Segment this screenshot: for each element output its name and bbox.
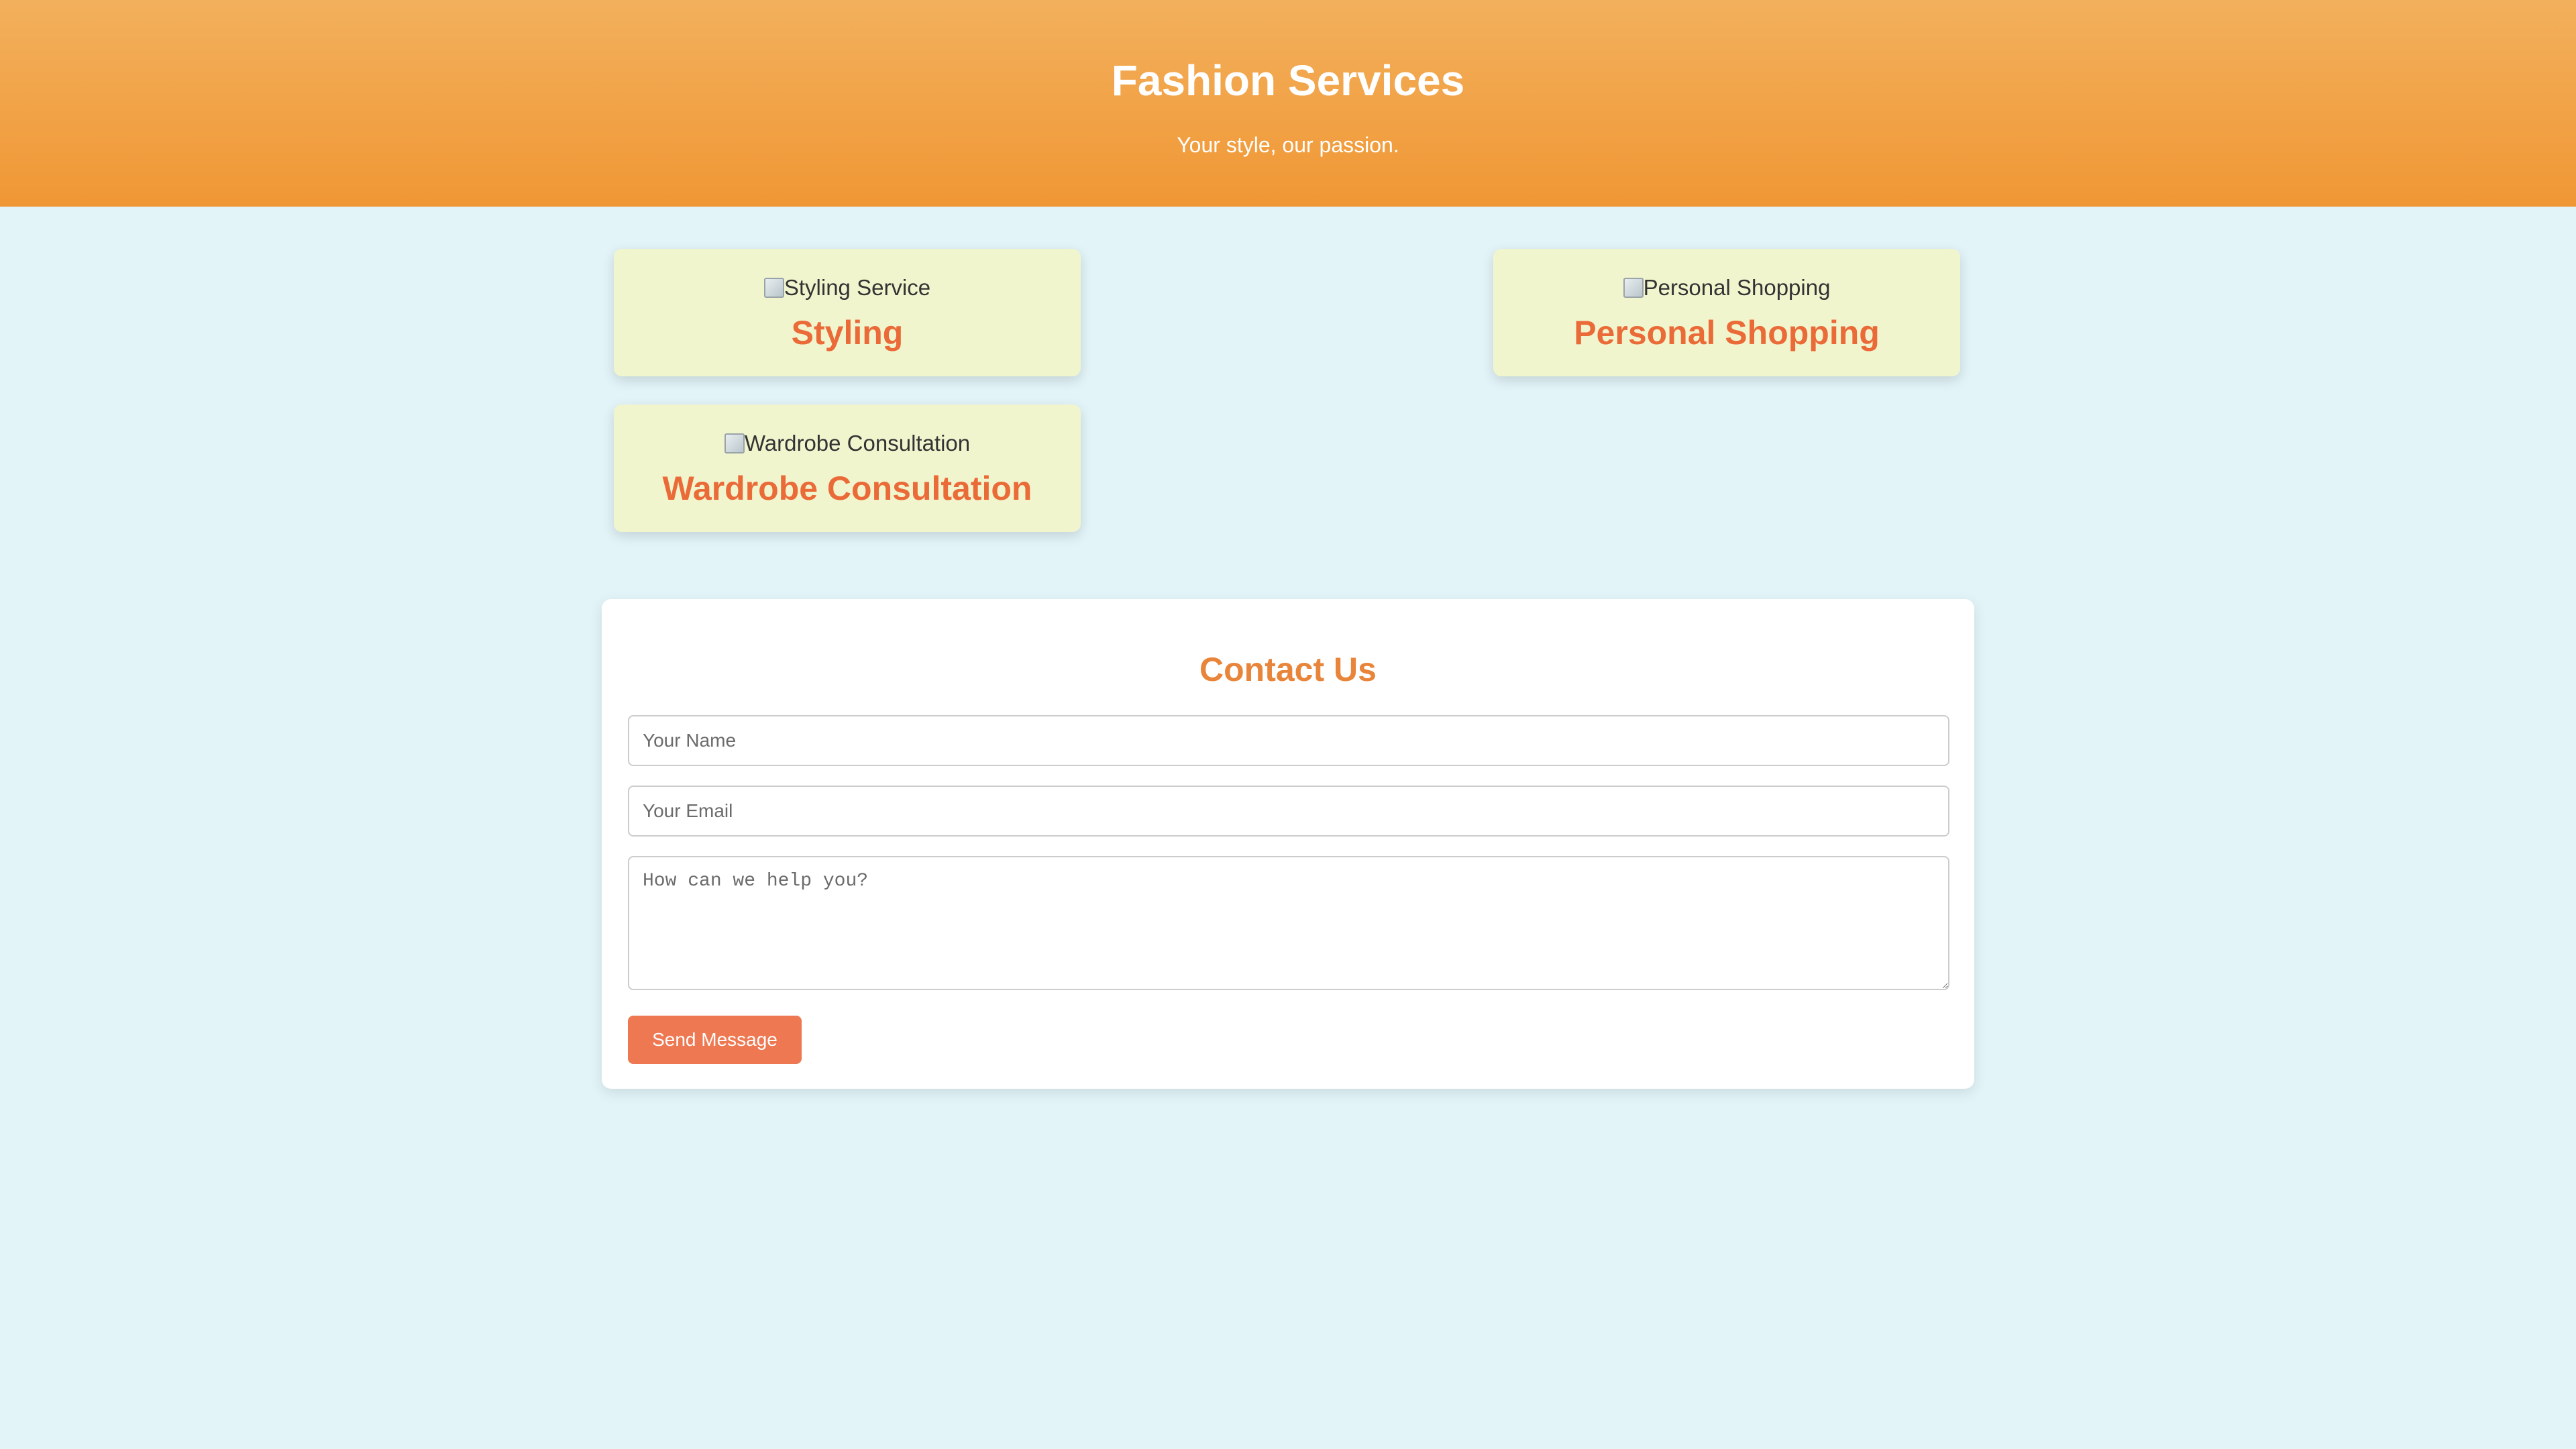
broken-image-icon (1623, 278, 1644, 298)
service-card-wardrobe-consultation[interactable]: Wardrobe Consultation Wardrobe Consultat… (614, 405, 1081, 532)
message-field[interactable] (628, 856, 1949, 990)
service-image-alt: Personal Shopping (1643, 275, 1831, 300)
page-title: Fashion Services (1111, 56, 1465, 105)
service-image-wardrobe-consultation: Wardrobe Consultation (614, 429, 1081, 458)
broken-image-icon (763, 278, 784, 298)
contact-form: Contact Us Send Message (602, 599, 1974, 1089)
service-card-styling[interactable]: Styling Service Styling (614, 249, 1081, 376)
site-header: Fashion Services Your style, our passion… (0, 0, 2576, 207)
service-card-personal-shopping[interactable]: Personal Shopping Personal Shopping (1493, 249, 1960, 376)
service-title: Styling (791, 314, 904, 352)
service-title: Wardrobe Consultation (662, 470, 1032, 507)
service-title: Personal Shopping (1574, 314, 1880, 352)
tagline: Your style, our passion. (1177, 133, 1399, 157)
send-message-button[interactable]: Send Message (628, 1016, 802, 1064)
service-image-alt: Styling Service (784, 275, 931, 300)
broken-image-icon (724, 433, 745, 453)
email-field[interactable] (628, 786, 1949, 837)
service-image-personal-shopping: Personal Shopping (1493, 273, 1960, 303)
name-field[interactable] (628, 715, 1949, 766)
service-image-alt: Wardrobe Consultation (744, 431, 971, 455)
service-image-styling: Styling Service (614, 273, 1081, 303)
contact-title: Contact Us (1199, 651, 1377, 688)
